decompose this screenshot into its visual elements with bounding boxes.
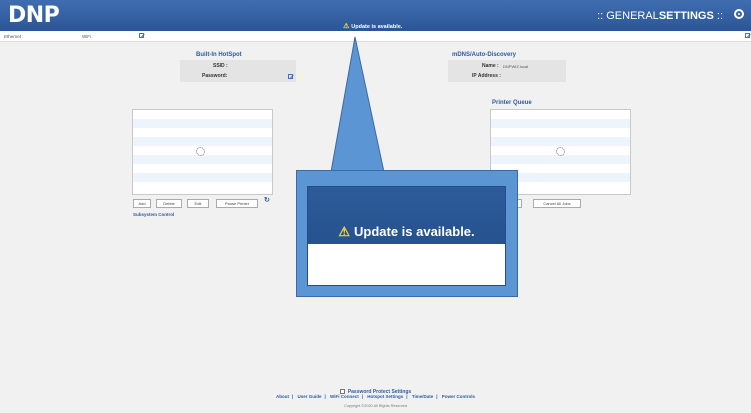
footer-link-wifi-connect[interactable]: WiFi Connect xyxy=(330,394,359,399)
footer-link-user-guide[interactable]: User Guide xyxy=(297,394,321,399)
footer-links: About | User Guide | WiFi Connect | Hotspot… xyxy=(275,394,476,399)
footer-link-power-controls[interactable]: Power Controls xyxy=(442,394,475,399)
footer-link-hotspot-settings[interactable]: Hotspot Settings xyxy=(367,394,403,399)
footer-link-about[interactable]: About xyxy=(276,394,289,399)
footer-link-time-date[interactable]: Time/Date xyxy=(412,394,433,399)
copyright: Copyright ©2020 All Rights Reserved xyxy=(344,404,407,408)
callout-pointer-joint xyxy=(332,171,383,175)
